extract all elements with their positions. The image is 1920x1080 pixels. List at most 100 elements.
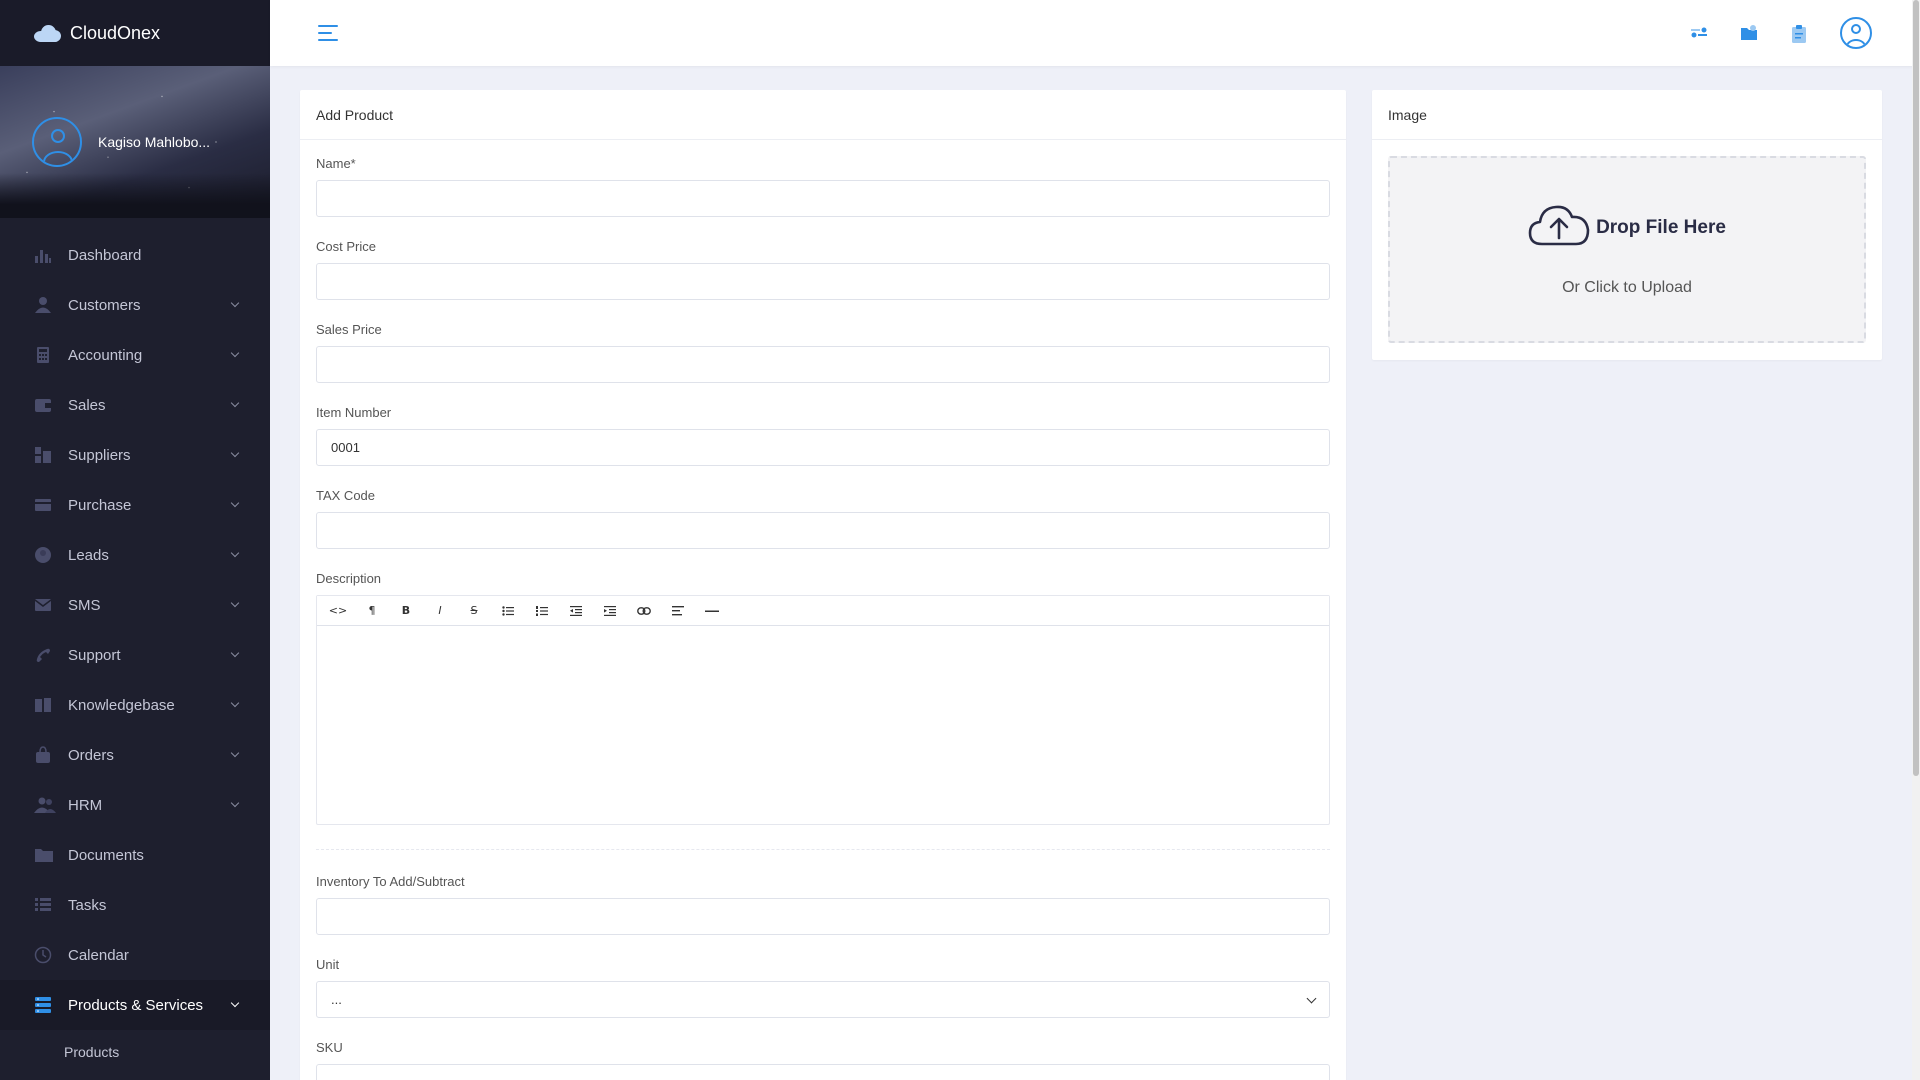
profile-name[interactable]: Kagiso Mahlobo... [98,134,210,150]
sidebar-item-documents[interactable]: Documents [0,830,270,880]
image-card-title: Image [1372,90,1882,140]
sidebar-item-knowledgebase[interactable]: Knowledgebase [0,680,270,730]
envelope-icon [34,596,52,614]
book-icon [34,696,52,714]
form-divider [316,849,1330,850]
list-icon [34,896,52,914]
horizontal-rule-icon[interactable] [699,600,725,622]
cost-price-input[interactable] [316,263,1330,300]
add-product-form: Name* Cost Price Sales Price Item Number… [300,140,1346,1080]
credit-card-icon [34,496,52,514]
cloud-upload-icon [1528,202,1590,253]
editor-toolbar: <> ¶ B I S [317,596,1329,626]
sidebar-item-label: SMS [68,596,101,614]
sidebar-item-purchase[interactable]: Purchase [0,480,270,530]
wallet-icon [34,396,52,414]
scrollbar-thumb[interactable] [1913,0,1919,776]
tax-code-input[interactable] [316,512,1330,549]
sidebar-item-label: Calendar [68,946,129,964]
name-input[interactable] [316,180,1330,217]
clipboard-icon[interactable] [1790,24,1808,43]
chevron-down-icon [230,398,240,408]
sidebar-item-label: Accounting [68,346,143,364]
description-editor: <> ¶ B I S [316,595,1330,825]
align-left-icon[interactable] [665,600,691,622]
sidebar-subitem-products[interactable]: Products [0,1030,270,1074]
sidebar-item-dashboard[interactable]: Dashboard [0,230,270,280]
item-number-input[interactable]: 0001 [316,429,1330,466]
dropzone-subtitle: Or Click to Upload [1562,279,1692,296]
user-avatar-icon[interactable] [32,117,82,167]
sidebar-subitem-label: Products [64,1044,120,1060]
chevron-down-icon [1306,993,1317,1004]
sidebar-item-hrm[interactable]: HRM [0,780,270,830]
sidebar-item-calendar[interactable]: Calendar [0,930,270,980]
chevron-down-icon [230,548,240,558]
unit-select-value: ... [331,992,342,1007]
server-icon [34,996,52,1014]
item-number-label: Item Number [316,405,392,420]
sidebar-item-label: Dashboard [68,246,142,264]
file-dropzone[interactable]: Drop File Here Or Click to Upload [1388,156,1866,343]
sidebar-item-label: Support [68,646,121,664]
sales-price-input[interactable] [316,346,1330,383]
profile-banner: Kagiso Mahlobo... [0,66,270,218]
inventory-label: Inventory To Add/Subtract [316,874,465,889]
folder-icon [34,846,53,864]
outdent-icon[interactable] [563,600,589,622]
sidebar-item-customers[interactable]: Customers [0,280,270,330]
sidebar-item-label: HRM [68,796,103,814]
users-icon [34,796,56,814]
image-card: Image Drop File Here Or Click to Upload [1372,90,1882,360]
sidebar-item-products-services[interactable]: Products & Services [0,980,270,1030]
inventory-input[interactable] [316,898,1330,935]
sidebar-item-label: Orders [68,746,114,764]
add-product-card: Add Product Name* Cost Price Sales Price… [300,90,1346,1080]
page-scrollbar[interactable] [1912,0,1920,1080]
strikethrough-icon[interactable]: S [461,600,487,622]
name-label: Name* [316,156,356,171]
tax-code-label: TAX Code [316,488,376,503]
sidebar-item-orders[interactable]: Orders [0,730,270,780]
sidebar-item-sales[interactable]: Sales [0,380,270,430]
user-avatar-icon[interactable] [1840,17,1872,49]
unordered-list-icon[interactable] [495,600,521,622]
menu-toggle-icon[interactable] [318,25,340,46]
sidebar-item-support[interactable]: Support [0,630,270,680]
sales-price-label: Sales Price [316,322,382,337]
sidebar-item-label: Tasks [68,896,107,914]
folder-icon[interactable] [1740,24,1758,42]
card-title: Add Product [300,90,1346,140]
user-circle-icon [34,546,52,564]
brand[interactable]: CloudOnex [0,0,270,66]
user-icon [34,296,52,314]
sidebar-item-suppliers[interactable]: Suppliers [0,430,270,480]
chevron-down-icon [230,298,240,308]
sku-input[interactable] [316,1064,1330,1080]
sidebar-item-tasks[interactable]: Tasks [0,880,270,930]
bold-icon[interactable]: B [393,600,419,622]
sidebar: CloudOnex Kagiso Mahlobo... Dashboard Cu… [0,0,270,1080]
chevron-down-icon [230,448,240,458]
sidebar-item-label: Leads [68,546,109,564]
chevron-down-icon [230,598,240,608]
cost-price-label: Cost Price [316,239,376,254]
italic-icon[interactable]: I [427,600,453,622]
description-textarea[interactable] [317,626,1329,824]
unit-select[interactable]: ... [316,981,1330,1018]
indent-icon[interactable] [597,600,623,622]
ordered-list-icon[interactable] [529,600,555,622]
chevron-down-icon [230,648,240,658]
chevron-down-icon [230,798,240,808]
sidebar-item-accounting[interactable]: Accounting [0,330,270,380]
calculator-icon [34,346,52,364]
sidebar-item-label: Products & Services [68,996,204,1014]
sidebar-item-leads[interactable]: Leads [0,530,270,580]
sku-label: SKU [316,1040,343,1055]
sidebar-item-sms[interactable]: SMS [0,580,270,630]
paragraph-icon[interactable]: ¶ [359,600,385,622]
toggle-settings-icon[interactable] [1690,24,1708,42]
sidebar-nav: Dashboard Customers Accounting Sales Sup… [0,218,270,1074]
link-icon[interactable] [631,600,657,622]
code-view-icon[interactable]: <> [325,600,351,622]
